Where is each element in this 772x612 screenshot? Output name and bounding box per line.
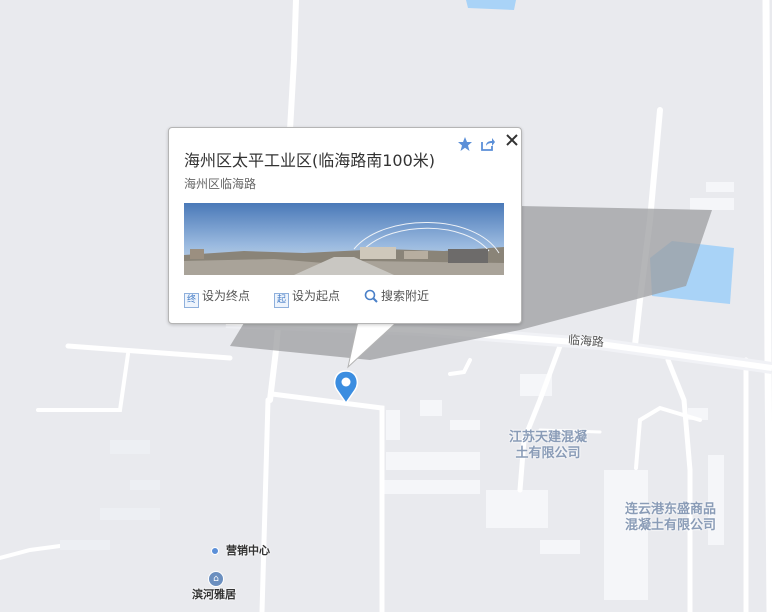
origin-icon: 起 (274, 293, 289, 308)
road-label-linhai: 临海路 (567, 332, 605, 350)
poi-label-line: 江苏天建混凝 (509, 430, 588, 445)
share-icon[interactable] (480, 136, 496, 152)
poi-dot-icon[interactable] (211, 547, 219, 555)
popup-title: 海州区太平工业区(临海路南100米) (184, 151, 436, 170)
search-icon (364, 289, 378, 303)
poi-label-company-1[interactable]: 江苏天建混凝 土有限公司 (509, 430, 587, 462)
close-icon[interactable] (504, 132, 520, 148)
poi-label-line: 连云港东盛商品 (625, 502, 717, 517)
popup-address: 海州区临海路 (184, 177, 257, 191)
poi-label-residence[interactable]: 滨河雅居 (192, 586, 236, 602)
set-destination-button[interactable]: 终设为终点 (184, 287, 251, 308)
poi-label-line: 土有限公司 (515, 446, 581, 461)
destination-icon: 终 (184, 293, 199, 308)
action-label: 搜索附近 (381, 289, 430, 303)
info-popup: 海州区太平工业区(临海路南100米) 海州区临海路 终设为终点 起 设为起点 搜… (168, 127, 522, 324)
action-label: 设为起点 (292, 289, 341, 303)
set-origin-button[interactable]: 起设为起点 (274, 287, 341, 308)
popup-pointer (347, 321, 399, 369)
poi-label-sales-center[interactable]: 营销中心 (226, 542, 270, 558)
search-nearby-button[interactable]: 搜索附近 (364, 287, 429, 305)
star-icon[interactable] (457, 136, 473, 152)
street-view-photo[interactable] (184, 203, 504, 275)
poi-label-company-2[interactable]: 连云港东盛商品 混凝土有限公司 (625, 502, 716, 534)
residence-icon[interactable]: ⌂ (208, 571, 224, 587)
location-marker-icon[interactable] (332, 368, 360, 404)
action-label: 设为终点 (202, 289, 251, 303)
poi-label-line: 混凝土有限公司 (625, 518, 717, 533)
